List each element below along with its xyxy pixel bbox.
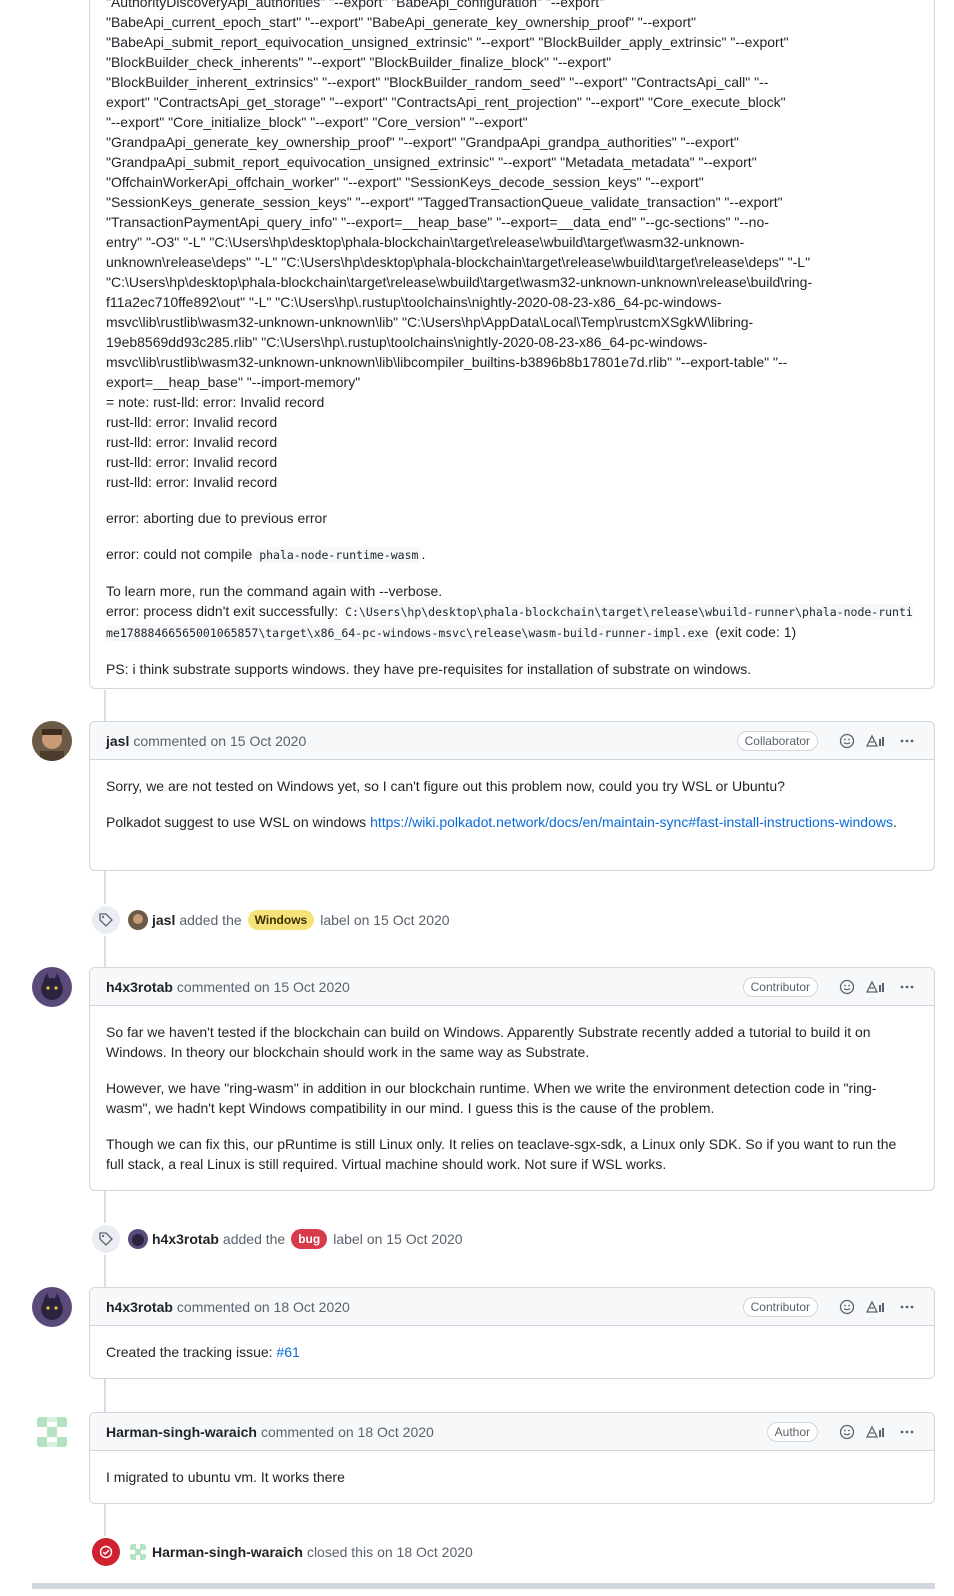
comment-author[interactable]: jasl: [106, 733, 129, 749]
exit-block: To learn more, run the command again wit…: [106, 581, 918, 643]
comment-date[interactable]: on 15 Oct 2020: [254, 979, 350, 995]
avatar[interactable]: [32, 1287, 72, 1327]
translate-icon[interactable]: [866, 730, 888, 752]
comment-date[interactable]: on 18 Oct 2020: [338, 1424, 434, 1440]
event-date[interactable]: on 15 Oct 2020: [367, 1231, 463, 1247]
comment-paragraph: Sorry, we are not tested on Windows yet,…: [106, 778, 785, 794]
translate-icon[interactable]: [866, 1421, 888, 1443]
role-badge: Contributor: [742, 976, 818, 997]
label-event: jasl added the Windows label on 15 Oct 2…: [92, 906, 450, 934]
polkadot-wsl-link[interactable]: https://wiki.polkadot.network/docs/en/ma…: [370, 814, 893, 830]
avatar[interactable]: [128, 1542, 148, 1562]
comment-date[interactable]: on 18 Oct 2020: [254, 1299, 350, 1315]
comment-issue-body: "AuthorityDiscoveryApi_authorities" "--e…: [89, 0, 935, 689]
avatar[interactable]: [32, 1412, 72, 1452]
smiley-icon[interactable]: [836, 1296, 858, 1318]
event-date[interactable]: on 18 Oct 2020: [377, 1544, 473, 1560]
tag-icon: [92, 1225, 120, 1253]
comment-author[interactable]: h4x3rotab: [106, 1299, 173, 1315]
event-suffix: label: [320, 912, 350, 928]
comment-action: commented: [133, 732, 207, 749]
learn-more-line: To learn more, run the command again wit…: [106, 583, 443, 599]
avatar[interactable]: [128, 1229, 148, 1249]
comment-header: h4x3rotab commented on 18 Oct 2020 Contr…: [90, 1288, 934, 1326]
comment-author[interactable]: Harman-singh-waraich: [106, 1424, 257, 1440]
compile-error-text: error: could not compile: [106, 546, 253, 562]
smiley-icon[interactable]: [836, 1421, 858, 1443]
role-badge: Collaborator: [736, 730, 818, 751]
comment-text: Polkadot suggest to use WSL on windows: [106, 814, 367, 830]
comment-header: jasl commented on 15 Oct 2020 Collaborat…: [90, 722, 934, 760]
label-event: h4x3rotab added the bug label on 15 Oct …: [92, 1225, 463, 1253]
label-windows[interactable]: Windows: [247, 910, 315, 930]
comment: h4x3rotab commented on 15 Oct 2020 Contr…: [89, 967, 935, 1191]
comment-paragraph: Polkadot suggest to use WSL on windows h…: [106, 812, 918, 832]
label-bug[interactable]: bug: [291, 1229, 328, 1249]
kebab-horizontal-icon[interactable]: [896, 1296, 918, 1318]
comment-author[interactable]: h4x3rotab: [106, 979, 173, 995]
smiley-icon[interactable]: [836, 976, 858, 998]
role-badge: Author: [766, 1421, 818, 1442]
avatar[interactable]: [32, 967, 72, 1007]
comment-date[interactable]: on 15 Oct 2020: [211, 733, 307, 749]
comment-paragraph: However, we have "ring-wasm" in addition…: [106, 1080, 877, 1116]
event-date[interactable]: on 15 Oct 2020: [354, 912, 450, 928]
translate-icon[interactable]: [866, 1296, 888, 1318]
build-log: "AuthorityDiscoveryApi_authorities" "--e…: [106, 0, 813, 490]
comment-paragraph: So far we haven't tested if the blockcha…: [106, 1024, 871, 1060]
check-circle-icon: [92, 1538, 120, 1566]
comment-period: .: [892, 814, 897, 830]
avatar[interactable]: [32, 721, 72, 761]
event-verb: added the: [222, 1231, 286, 1247]
comment: Harman-singh-waraich commented on 18 Oct…: [89, 1412, 935, 1504]
closed-event: Harman-singh-waraich closed this on 18 O…: [92, 1538, 473, 1566]
comment-text: Created the tracking issue:: [106, 1344, 273, 1360]
event-actor[interactable]: jasl: [152, 912, 175, 928]
compile-error-period: .: [421, 546, 426, 562]
issue-link[interactable]: #61: [276, 1344, 299, 1360]
event-verb: closed this: [306, 1544, 374, 1560]
comment-paragraph: Though we can fix this, our pRuntime is …: [106, 1136, 897, 1172]
comment-header: h4x3rotab commented on 15 Oct 2020 Contr…: [90, 968, 934, 1006]
comment-action: commented: [176, 1298, 251, 1315]
event-suffix: label: [333, 1231, 363, 1247]
timeline-end-divider: [32, 1583, 935, 1589]
abort-line: error: aborting due to previous error: [106, 510, 327, 526]
role-badge: Contributor: [742, 1296, 818, 1317]
kebab-horizontal-icon[interactable]: [896, 730, 918, 752]
compile-error-line: error: could not compile phala-node-runt…: [106, 544, 918, 565]
comment-paragraph: I migrated to ubuntu vm. It works there: [106, 1469, 345, 1485]
event-verb: added the: [179, 912, 242, 928]
compile-error-crate: phala-node-runtime-wasm: [256, 547, 422, 563]
event-actor[interactable]: Harman-singh-waraich: [152, 1544, 303, 1560]
avatar[interactable]: [128, 910, 148, 930]
ps-line: PS: i think substrate supports windows. …: [106, 661, 752, 677]
exit-code-text: (exit code: 1): [715, 624, 797, 640]
tag-icon: [92, 906, 120, 934]
comment: jasl commented on 15 Oct 2020 Collaborat…: [89, 721, 935, 871]
kebab-horizontal-icon[interactable]: [896, 976, 918, 998]
comment: h4x3rotab commented on 18 Oct 2020 Contr…: [89, 1287, 935, 1379]
comment-paragraph: Created the tracking issue: #61: [106, 1342, 918, 1362]
comment-header: Harman-singh-waraich commented on 18 Oct…: [90, 1413, 934, 1451]
event-actor[interactable]: h4x3rotab: [152, 1231, 219, 1247]
comment-action: commented: [260, 1423, 335, 1440]
translate-icon[interactable]: [866, 976, 888, 998]
comment-action: commented: [176, 978, 251, 995]
smiley-icon[interactable]: [836, 730, 858, 752]
exit-error-text: error: process didn't exit successfully:: [106, 603, 339, 619]
kebab-horizontal-icon[interactable]: [896, 1421, 918, 1443]
